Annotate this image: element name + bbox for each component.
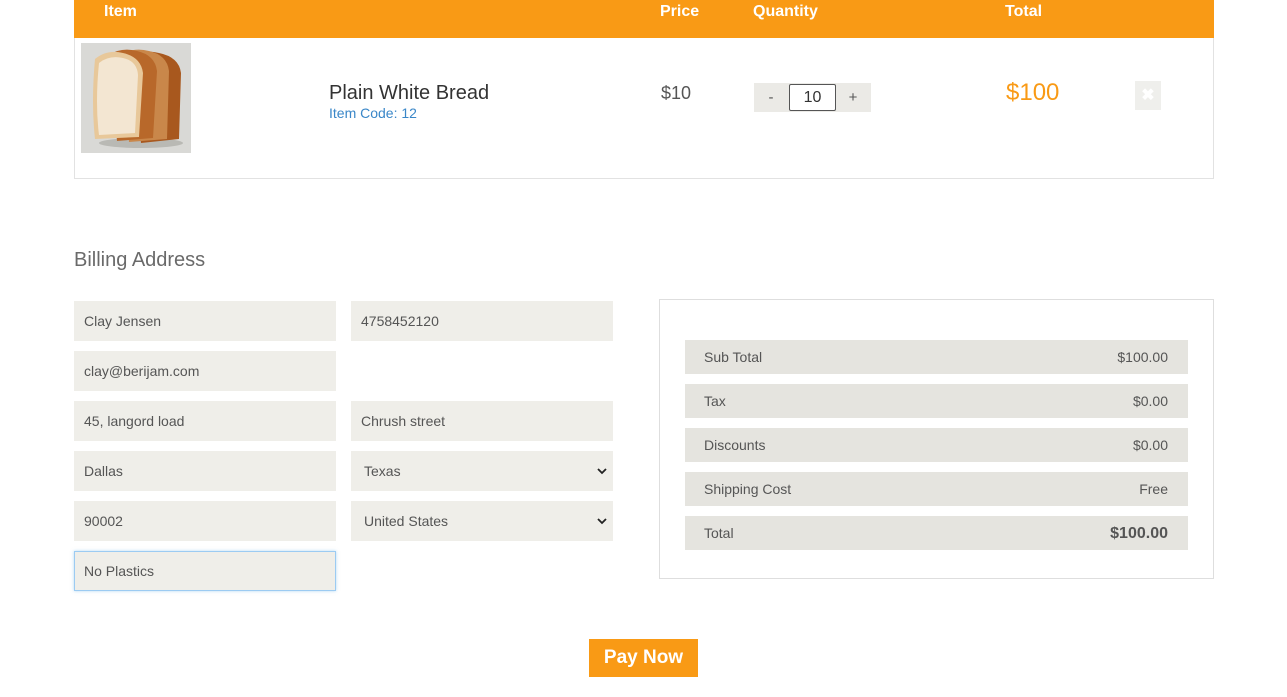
header-total: Total xyxy=(1005,3,1043,20)
summary-label: Total xyxy=(704,525,734,541)
quantity-input[interactable] xyxy=(789,84,836,111)
email-field[interactable] xyxy=(74,351,336,391)
summary-label: Sub Total xyxy=(704,349,763,365)
decrement-button[interactable]: - xyxy=(754,83,788,112)
summary-value: $100.00 xyxy=(1110,525,1168,542)
summary-label: Discounts xyxy=(704,437,766,453)
summary-value: $0.00 xyxy=(1132,393,1168,409)
phone-field[interactable] xyxy=(351,301,613,341)
summary-row-discounts: Discounts $0.00 xyxy=(685,428,1188,462)
summary-value: Free xyxy=(1139,481,1168,497)
address-line2-field[interactable] xyxy=(351,401,613,441)
summary-value: $0.00 xyxy=(1132,437,1168,453)
chevron-down-icon xyxy=(597,468,607,475)
billing-address-heading: Billing Address xyxy=(74,249,206,271)
address-line1-field[interactable] xyxy=(74,401,336,441)
name-field[interactable] xyxy=(74,301,336,341)
summary-row-total: Total $100.00 xyxy=(685,516,1188,550)
summary-value: $100.00 xyxy=(1117,349,1168,365)
item-price: $10 xyxy=(661,83,692,103)
quantity-stepper: - + xyxy=(754,83,871,112)
item-total: $100 xyxy=(1006,79,1060,106)
summary-label: Shipping Cost xyxy=(704,481,792,497)
notes-field[interactable] xyxy=(74,551,336,591)
city-field[interactable] xyxy=(74,451,336,491)
zip-field[interactable] xyxy=(74,501,336,541)
product-code: Item Code: 12 xyxy=(329,105,417,121)
state-select[interactable]: Texas xyxy=(351,451,613,491)
summary-row-tax: Tax $0.00 xyxy=(685,384,1188,418)
header-item: Item xyxy=(104,3,137,20)
chevron-down-icon xyxy=(597,518,607,525)
product-name[interactable]: Plain White Bread xyxy=(329,82,489,105)
summary-row-shipping: Shipping Cost Free xyxy=(685,472,1188,506)
product-image[interactable] xyxy=(81,43,191,153)
cart-item-row: Plain White Bread Item Code: 12 $10 - + … xyxy=(74,38,1214,179)
order-summary: Sub Total $100.00 Tax $0.00 Discounts $0… xyxy=(659,299,1214,579)
close-icon: ✖ xyxy=(1141,87,1155,104)
remove-item-button[interactable]: ✖ xyxy=(1135,81,1161,110)
country-select-value: United States xyxy=(364,513,449,529)
header-quantity: Quantity xyxy=(753,3,818,20)
cart-table-header: Item Price Quantity Total xyxy=(74,0,1214,38)
summary-row-subtotal: Sub Total $100.00 xyxy=(685,340,1188,374)
increment-button[interactable]: + xyxy=(836,83,870,112)
country-select[interactable]: United States xyxy=(351,501,613,541)
pay-now-button[interactable]: Pay Now xyxy=(589,639,698,677)
header-price: Price xyxy=(660,3,700,20)
state-select-value: Texas xyxy=(364,463,401,479)
summary-label: Tax xyxy=(704,393,726,409)
